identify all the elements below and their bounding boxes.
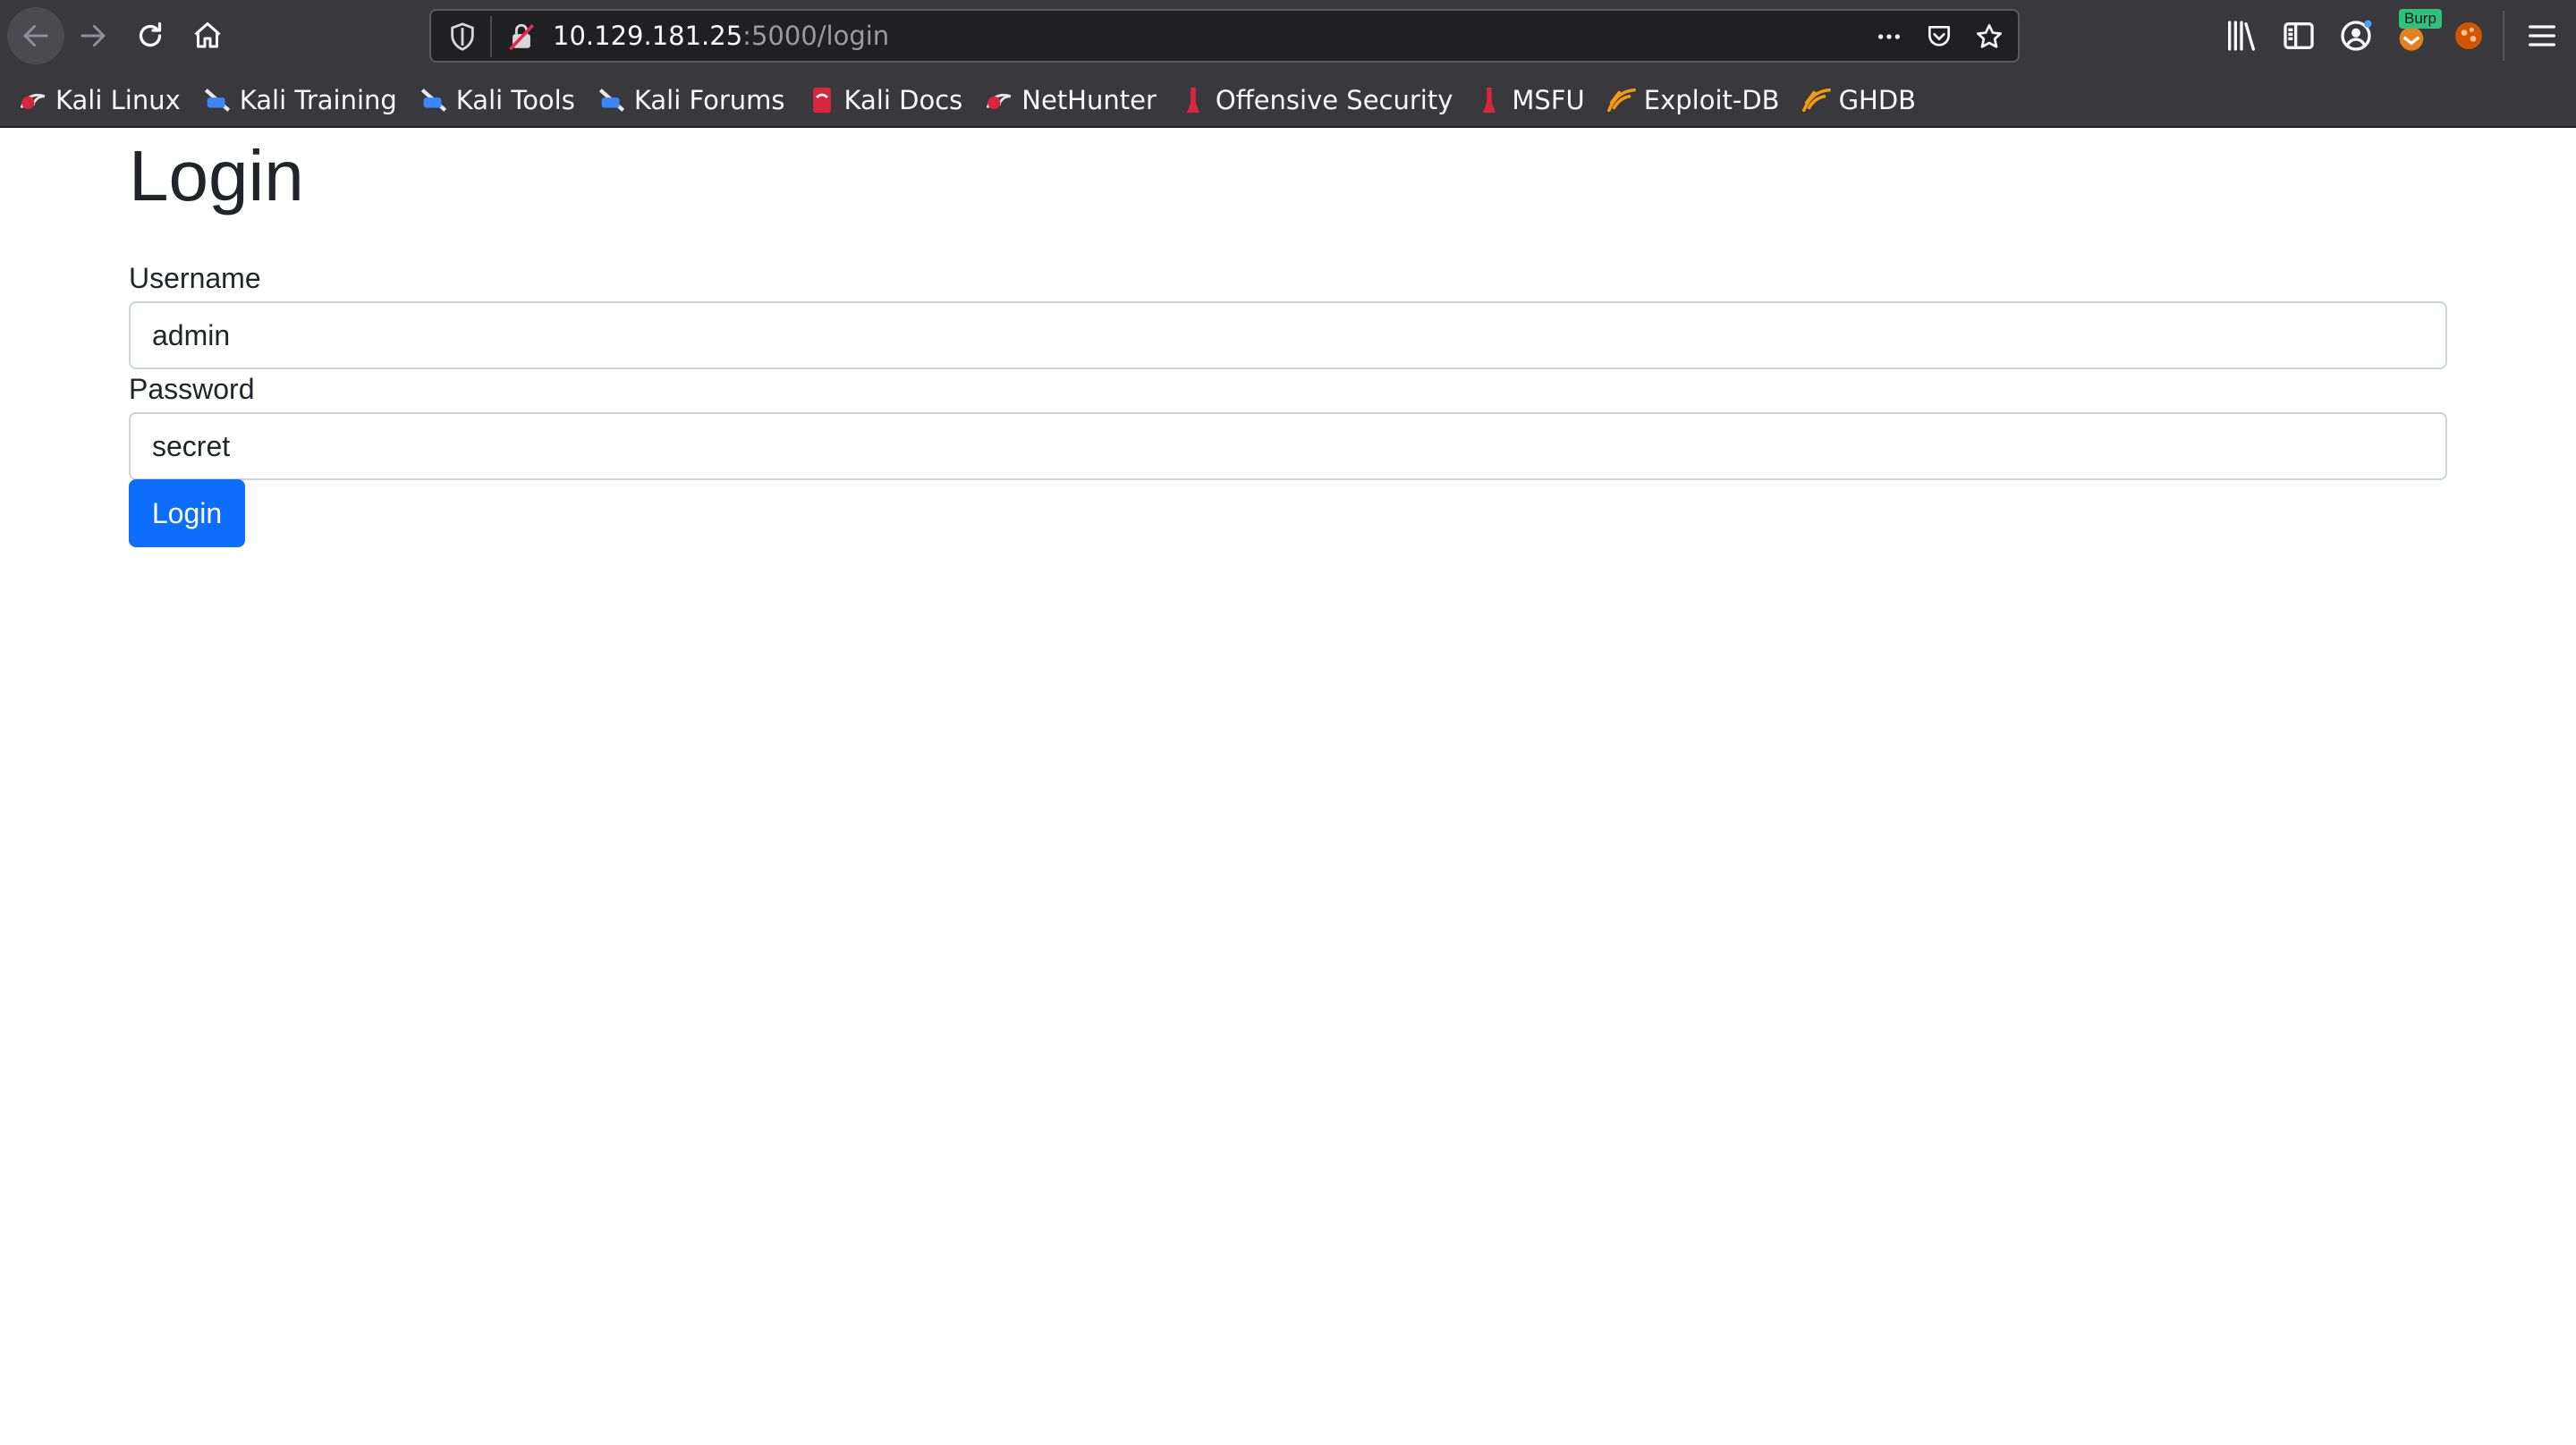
- page-title: Login: [129, 136, 304, 215]
- msfu-icon: [1483, 87, 1496, 114]
- username-label: Username: [129, 262, 261, 294]
- url-host: 10.129.181.25: [553, 21, 743, 51]
- reload-icon: [139, 21, 162, 47]
- bookmark-star-icon[interactable]: [1975, 22, 2004, 51]
- bookmark-label: Exploit-DB: [1643, 85, 1780, 115]
- account-icon[interactable]: [2338, 18, 2374, 54]
- bookmark-offensive-security[interactable]: Offensive Security: [1178, 79, 1453, 122]
- bookmark-kali-training[interactable]: Kali Training: [202, 79, 397, 122]
- bookmark-label: Kali Training: [239, 85, 397, 115]
- foxyproxy-icon[interactable]: [2451, 18, 2487, 54]
- tracking-shield-icon[interactable]: [447, 21, 478, 52]
- bookmark-kali-forums[interactable]: Kali Forums: [597, 79, 785, 122]
- bookmark-exploit-db[interactable]: Exploit-DB: [1606, 79, 1780, 122]
- bookmark-label: MSFU: [1512, 85, 1585, 115]
- login-button[interactable]: Login: [129, 479, 245, 547]
- home-icon: [194, 22, 221, 48]
- kali-forums-icon: [598, 89, 625, 112]
- browser-chrome: 10.129.181.25:5000/login Burp Kali Linux…: [0, 0, 2576, 128]
- url-text[interactable]: 10.129.181.25:5000/login: [553, 11, 889, 61]
- kali-dragon-icon: [20, 93, 46, 109]
- bookmark-kali-tools[interactable]: Kali Tools: [419, 79, 575, 122]
- back-button[interactable]: [7, 7, 64, 64]
- arrow-left-icon: [23, 25, 48, 46]
- exploitdb-icon: [1606, 88, 1636, 113]
- url-bar-divider: [490, 16, 492, 57]
- password-input[interactable]: [129, 412, 2447, 480]
- forward-button[interactable]: [64, 7, 122, 64]
- bookmark-nethunter[interactable]: NetHunter: [984, 79, 1157, 122]
- bookmark-kali-docs[interactable]: Kali Docs: [807, 79, 963, 122]
- reload-button[interactable]: [122, 7, 179, 64]
- bookmark-label: GHDB: [1838, 85, 1917, 115]
- url-bar[interactable]: 10.129.181.25:5000/login: [429, 9, 2020, 63]
- home-button[interactable]: [179, 7, 236, 64]
- url-path: :5000/login: [742, 21, 890, 51]
- nethunter-icon: [987, 93, 1012, 109]
- offsec-icon: [1186, 87, 1199, 114]
- bookmark-msfu[interactable]: MSFU: [1474, 79, 1585, 122]
- library-icon[interactable]: [2224, 18, 2259, 54]
- bookmark-ghdb[interactable]: GHDB: [1801, 79, 1917, 122]
- bookmark-label: Offensive Security: [1215, 85, 1453, 115]
- ghdb-icon: [1801, 88, 1831, 113]
- sidebar-icon[interactable]: [2281, 18, 2317, 54]
- page-actions-icon[interactable]: [1875, 22, 1903, 51]
- bookmark-kali-linux[interactable]: Kali Linux: [18, 79, 181, 122]
- kali-training-icon: [204, 89, 230, 112]
- insecure-lock-icon[interactable]: [506, 21, 537, 52]
- kali-tools-icon: [420, 89, 446, 112]
- username-input[interactable]: [129, 301, 2447, 369]
- navigation-toolbar: 10.129.181.25:5000/login Burp: [0, 0, 2576, 72]
- kali-docs-icon: [812, 87, 831, 114]
- arrow-right-icon: [80, 25, 106, 46]
- burp-badge: Burp: [2399, 9, 2442, 29]
- bookmark-label: Kali Linux: [55, 85, 181, 115]
- page-content: Login Username Password Login: [0, 128, 2576, 1445]
- pocket-icon[interactable]: [1925, 22, 1953, 51]
- bookmark-label: Kali Tools: [455, 85, 575, 115]
- password-label: Password: [129, 373, 255, 405]
- bookmark-label: NetHunter: [1021, 85, 1157, 115]
- bookmark-label: Kali Forums: [633, 85, 785, 115]
- hamburger-menu-icon[interactable]: [2524, 18, 2560, 54]
- bookmarks-toolbar: Kali Linux Kali Training Kali Tools Kali…: [0, 79, 2576, 122]
- bookmark-label: Kali Docs: [843, 85, 963, 115]
- toolbar-separator: [2503, 11, 2504, 61]
